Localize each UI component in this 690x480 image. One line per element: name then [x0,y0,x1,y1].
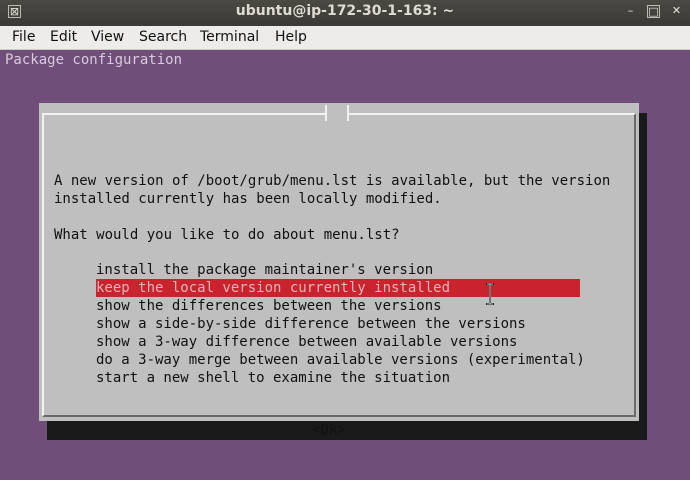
menu-view[interactable]: View [91,29,124,45]
dialog-title-gap [325,105,349,121]
title-bar[interactable]: ⊠ ubuntu@ip-172-30-1-163: ~ – □ ✕ [0,0,690,26]
menu-help[interactable]: Help [275,29,307,45]
menu-bar: File Edit View Search Terminal Help [0,26,690,50]
dialog-message-line2: installed currently has been locally mod… [54,191,442,207]
config-dialog: A new version of /boot/grub/menu.lst is … [39,103,639,438]
menu-file[interactable]: File [12,29,35,45]
text-cursor-icon [486,283,494,305]
options-list: install the package maintainer's version… [96,261,585,387]
minimize-icon[interactable]: – [624,5,637,18]
terminal-area[interactable]: Package configuration A new version of /… [0,50,690,480]
option-install-maintainer[interactable]: install the package maintainer's version [96,261,580,279]
menu-search[interactable]: Search [139,29,187,45]
option-3way-difference[interactable]: show a 3-way difference between availabl… [96,333,580,351]
close-icon[interactable]: ✕ [670,5,683,18]
window-title: ubuntu@ip-172-30-1-163: ~ [235,3,455,19]
option-show-differences[interactable]: show the differences between the version… [96,297,580,315]
terminal-window: ⊠ ubuntu@ip-172-30-1-163: ~ – □ ✕ File E… [0,0,690,480]
option-side-by-side[interactable]: show a side-by-side difference between t… [96,315,580,333]
package-config-header: Package configuration [5,52,183,68]
ok-button[interactable]: <Ok> [312,421,346,439]
dialog-message-line1: A new version of /boot/grub/menu.lst is … [54,173,611,189]
maximize-icon[interactable]: □ [647,5,660,18]
menu-edit[interactable]: Edit [50,29,77,45]
menu-terminal[interactable]: Terminal [200,29,259,45]
option-start-shell[interactable]: start a new shell to examine the situati… [96,369,580,387]
dialog-question: What would you like to do about menu.lst… [54,227,400,243]
option-3way-merge[interactable]: do a 3-way merge between available versi… [96,351,585,369]
option-keep-local[interactable]: keep the local version currently install… [96,279,580,297]
